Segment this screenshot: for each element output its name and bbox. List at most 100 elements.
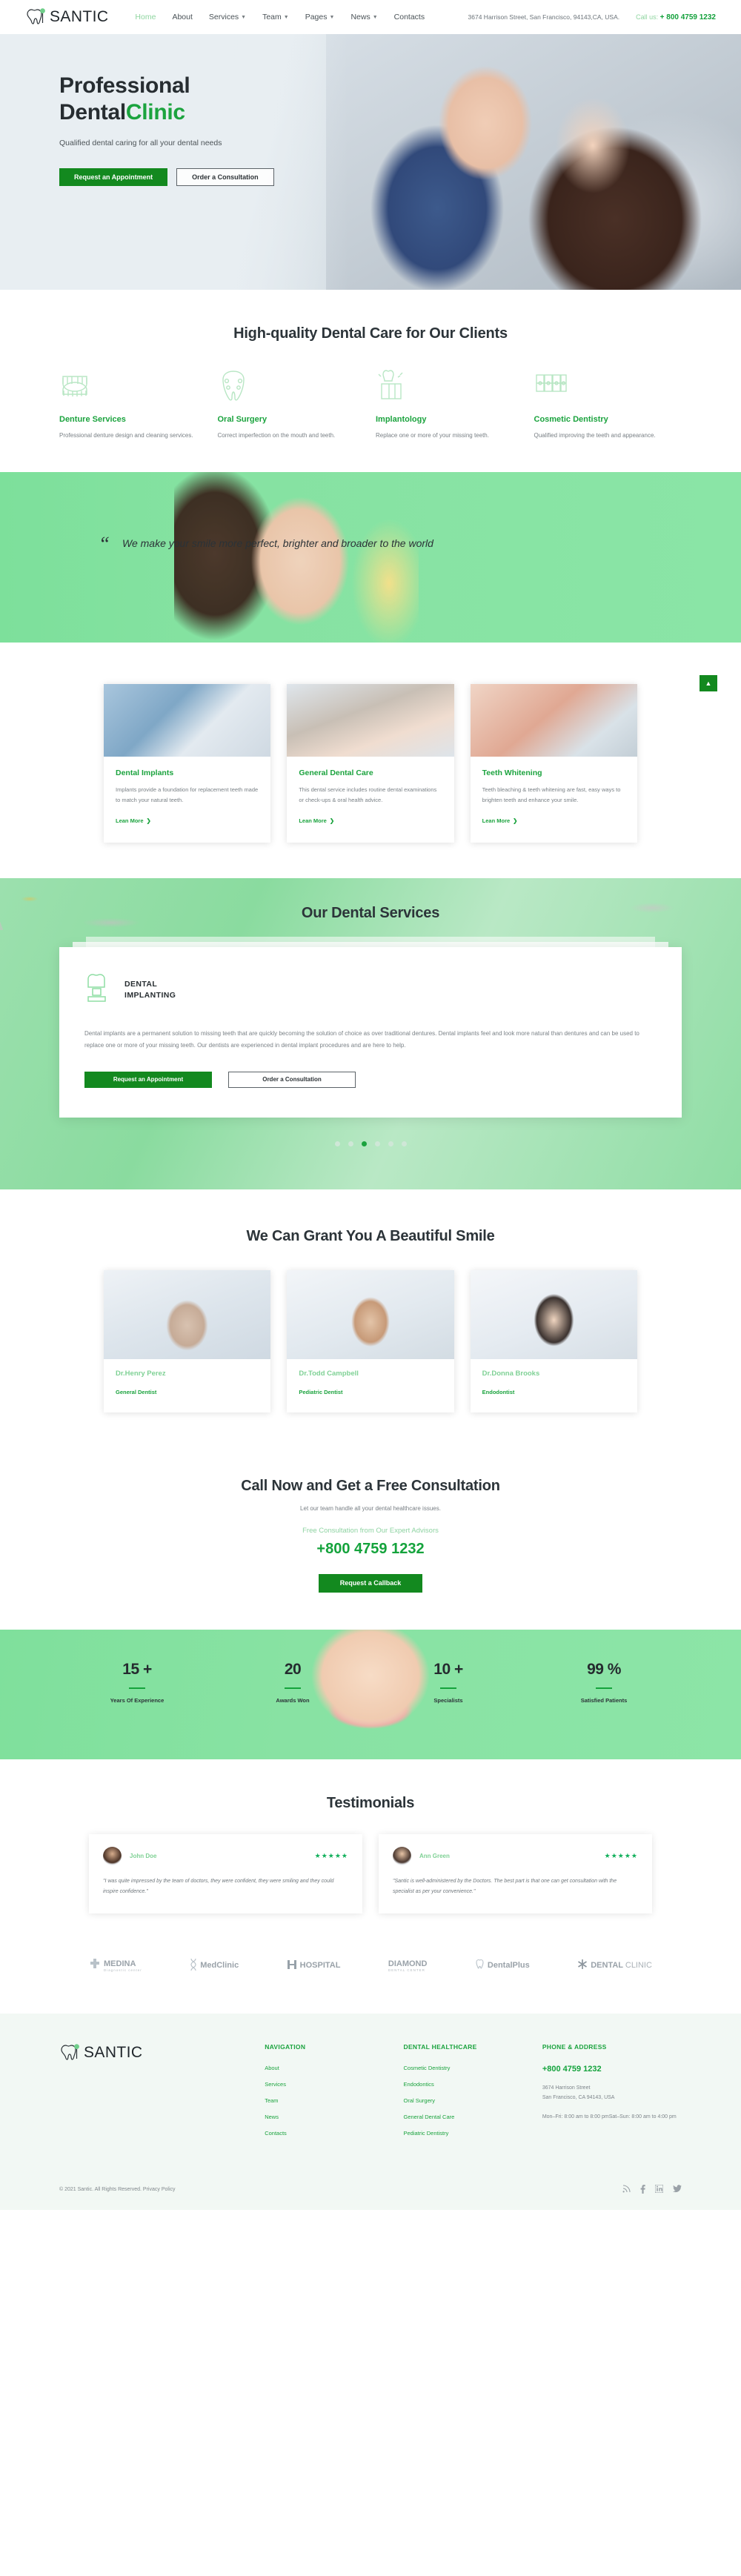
avatar bbox=[393, 1846, 411, 1865]
team-member-role: Endodontist bbox=[482, 1388, 515, 1395]
nav-item-about[interactable]: About bbox=[172, 13, 192, 21]
testimonial-card: John Doe ★★★★★ "I was quite impressed by… bbox=[89, 1833, 362, 1913]
quote-text: “ We make your smile more perfect, brigh… bbox=[99, 533, 433, 555]
facebook-icon[interactable] bbox=[640, 2184, 645, 2195]
footer-link-oral-surgery[interactable]: Oral Surgery bbox=[404, 2097, 542, 2104]
feature-text: Replace one or more of your missing teet… bbox=[376, 432, 489, 439]
carousel-dot[interactable] bbox=[401, 1141, 407, 1146]
feature-card[interactable]: Oral Surgery Correct imperfection on the… bbox=[218, 369, 366, 441]
footer-link-contacts[interactable]: Contacts bbox=[265, 2130, 403, 2137]
carousel-dot[interactable] bbox=[374, 1141, 380, 1146]
stat-label: Satisfied Patients bbox=[580, 1697, 628, 1704]
team-member-role: General Dentist bbox=[116, 1388, 157, 1395]
footer-link-news[interactable]: News bbox=[265, 2114, 403, 2120]
team-member-card[interactable]: Dr.Todd Campbell Pediatric Dentist bbox=[287, 1269, 454, 1413]
learn-more-link[interactable]: Lean More ❯ bbox=[482, 817, 518, 824]
service-card[interactable]: Teeth Whitening Teeth bleaching & teeth … bbox=[470, 684, 637, 843]
team-member-card[interactable]: Dr.Donna Brooks Endodontist bbox=[470, 1269, 637, 1413]
stat-number: 15 + bbox=[122, 1660, 152, 1678]
chevron-down-icon: ▼ bbox=[372, 14, 378, 20]
feature-card[interactable]: Denture Services Professional denture de… bbox=[59, 369, 207, 441]
service-card-image bbox=[104, 684, 271, 757]
panel-order-consultation-button[interactable]: Order a Consultation bbox=[228, 1071, 356, 1088]
nav-item-news[interactable]: News ▼ bbox=[350, 13, 377, 21]
nav-item-team[interactable]: Team ▼ bbox=[262, 13, 289, 21]
hero-request-appointment-button[interactable]: Request an Appointment bbox=[59, 168, 168, 186]
carousel-dot[interactable] bbox=[348, 1141, 353, 1146]
stat-item: 20 Awards Won bbox=[215, 1661, 370, 1704]
brand-logo-medclinic: MedClinic bbox=[190, 1958, 239, 1974]
stat-divider bbox=[440, 1687, 456, 1690]
panel-request-appointment-button[interactable]: Request an Appointment bbox=[84, 1071, 212, 1088]
footer-link-about[interactable]: About bbox=[265, 2065, 403, 2071]
carousel-dot[interactable] bbox=[388, 1141, 393, 1146]
learn-more-link[interactable]: Lean More ❯ bbox=[299, 817, 334, 824]
footer-link-cosmetic-dentistry[interactable]: Cosmetic Dentistry bbox=[404, 2065, 542, 2071]
request-callback-button[interactable]: Request a Callback bbox=[319, 1573, 422, 1593]
team-member-name: Dr.Henry Perez bbox=[116, 1369, 166, 1378]
header-phone[interactable]: Call us: + 800 4759 1232 bbox=[636, 13, 716, 21]
footer-link-team[interactable]: Team bbox=[265, 2097, 403, 2104]
nav-item-services[interactable]: Services ▼ bbox=[209, 13, 246, 21]
implant-icon bbox=[376, 369, 524, 403]
header-address: 3674 Harrison Street, San Francisco, 941… bbox=[468, 13, 620, 21]
cta-subtitle: Let our team handle all your dental heal… bbox=[300, 1504, 441, 1512]
rss-icon[interactable] bbox=[622, 2184, 631, 2195]
chevron-right-icon: ❯ bbox=[513, 817, 518, 824]
chevron-down-icon: ▼ bbox=[329, 14, 335, 20]
twitter-icon[interactable] bbox=[673, 2184, 682, 2195]
features-title: High-quality Dental Care for Our Clients bbox=[233, 325, 508, 342]
stat-item: 15 + Years Of Experience bbox=[59, 1661, 215, 1704]
hero-subtitle: Qualified dental caring for all your den… bbox=[59, 139, 222, 147]
footer-contact-column: PHONE & ADDRESS +800 4759 1232 3674 Harr… bbox=[542, 2043, 682, 2146]
hero-order-consultation-button[interactable]: Order a Consultation bbox=[176, 168, 274, 186]
team-member-card[interactable]: Dr.Henry Perez General Dentist bbox=[104, 1269, 271, 1413]
service-card[interactable]: Dental Implants Implants provide a found… bbox=[104, 684, 271, 843]
site-header: SANTIC Home About Services ▼ Team ▼ Pages ▼… bbox=[0, 0, 741, 34]
dna-icon bbox=[190, 1958, 197, 1974]
feature-card[interactable]: Cosmetic Dentistry Qualified improving t… bbox=[534, 369, 682, 441]
testimonials-section: Testimonials John Doe ★★★★★ "I was quite… bbox=[0, 1759, 741, 2014]
team-member-photo bbox=[104, 1269, 271, 1359]
cta-advisors-label: Free Consultation from Our Expert Adviso… bbox=[302, 1526, 439, 1535]
service-card-image bbox=[287, 684, 454, 757]
stat-label: Specialists bbox=[433, 1697, 463, 1704]
feature-title: Cosmetic Dentistry bbox=[534, 415, 608, 424]
carousel-dot-active[interactable] bbox=[361, 1141, 367, 1146]
carousel-dot[interactable] bbox=[334, 1141, 340, 1146]
service-card[interactable]: General Dental Care This dental service … bbox=[287, 684, 454, 843]
team-member-name: Dr.Todd Campbell bbox=[299, 1369, 359, 1378]
logo[interactable]: SANTIC bbox=[25, 7, 108, 27]
footer-link-general-dental-care[interactable]: General Dental Care bbox=[404, 2114, 542, 2120]
nav-item-home[interactable]: Home bbox=[135, 13, 156, 21]
service-card-text: Teeth bleaching & teeth whitening are fa… bbox=[482, 786, 621, 803]
nav-item-pages[interactable]: Pages ▼ bbox=[305, 13, 335, 21]
nav-item-contacts[interactable]: Contacts bbox=[394, 13, 425, 21]
cta-title: Call Now and Get a Free Consultation bbox=[241, 1477, 500, 1494]
footer-link-services[interactable]: Services bbox=[265, 2081, 403, 2088]
footer-logo[interactable]: SANTIC bbox=[59, 2043, 265, 2062]
team-member-photo bbox=[287, 1269, 454, 1359]
linkedin-icon[interactable] bbox=[654, 2184, 664, 2195]
stat-number: 10 + bbox=[433, 1660, 463, 1678]
stat-divider bbox=[596, 1687, 612, 1690]
cta-phone[interactable]: +800 4759 1232 bbox=[0, 1541, 741, 1558]
hero-title: Professional DentalClinic bbox=[59, 73, 190, 125]
stats-section: 15 + Years Of Experience 20 Awards Won 1… bbox=[0, 1629, 741, 1759]
implant-crown-icon bbox=[84, 972, 110, 1009]
footer-phone[interactable]: +800 4759 1232 bbox=[542, 2065, 682, 2074]
brand-logo-hospital: HOSPITAL bbox=[287, 1959, 340, 1973]
carousel-dots bbox=[59, 1141, 682, 1146]
footer-link-endodontics[interactable]: Endodontics bbox=[404, 2081, 542, 2088]
braces-icon bbox=[534, 369, 682, 403]
team-member-role: Pediatric Dentist bbox=[299, 1388, 343, 1395]
dental-services-title: Our Dental Services bbox=[301, 904, 440, 921]
chevron-right-icon: ❯ bbox=[329, 817, 335, 824]
learn-more-link[interactable]: Lean More ❯ bbox=[116, 817, 151, 824]
stat-divider bbox=[129, 1687, 145, 1690]
scroll-to-top-button[interactable]: ▲ bbox=[700, 675, 717, 691]
footer-link-pediatric-dentistry[interactable]: Pediatric Dentistry bbox=[404, 2130, 542, 2137]
feature-card[interactable]: Implantology Replace one or more of your… bbox=[376, 369, 524, 441]
quote-banner: “ We make your smile more perfect, brigh… bbox=[0, 472, 741, 643]
team-member-name: Dr.Donna Brooks bbox=[482, 1369, 540, 1378]
